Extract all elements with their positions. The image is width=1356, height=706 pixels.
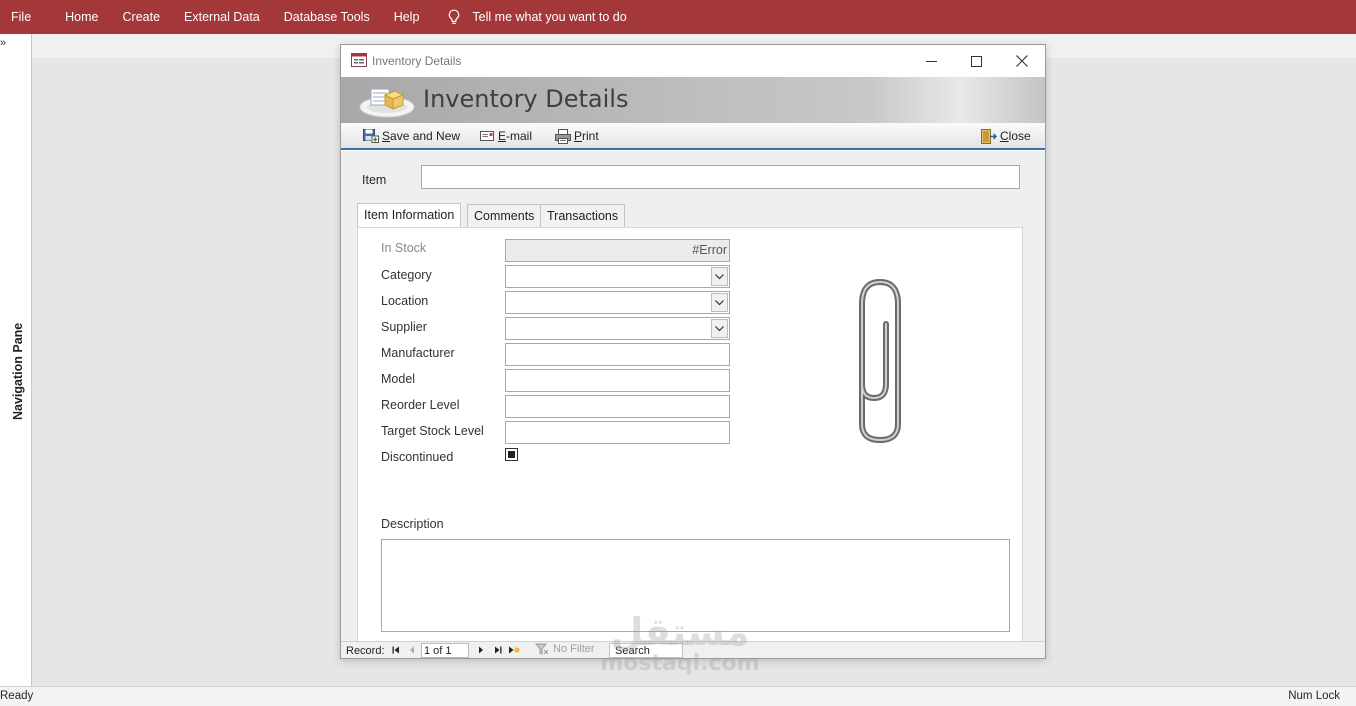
ribbon-tab-create[interactable]: Create (111, 0, 173, 34)
print-button[interactable]: Print (555, 127, 599, 145)
chevron-down-icon (715, 273, 724, 279)
item-information-panel: In Stock #Error Category Location Suppli… (357, 227, 1023, 641)
next-record-button[interactable] (475, 644, 487, 656)
inventory-details-window: Inventory Details Inventory Details Save… (340, 44, 1046, 659)
item-field[interactable] (421, 165, 1020, 189)
item-label: Item (362, 173, 387, 187)
ribbon-tab-help[interactable]: Help (382, 0, 432, 34)
tab-transactions[interactable]: Transactions (540, 204, 626, 227)
window-titlebar[interactable]: Inventory Details (341, 45, 1045, 77)
previous-record-icon (410, 646, 414, 654)
ribbon-tab-home[interactable]: Home (53, 0, 110, 34)
filter-icon (535, 643, 549, 655)
maximize-icon (970, 55, 982, 67)
close-icon (1016, 55, 1028, 67)
new-record-button[interactable] (508, 644, 520, 656)
last-record-button[interactable] (492, 644, 504, 656)
discontinued-label: Discontinued (381, 450, 454, 464)
target-stock-level-field[interactable] (505, 421, 730, 444)
no-filter-label: No Filter (553, 643, 595, 655)
checkbox-mark (508, 451, 515, 458)
tell-me-text: Tell me what you want to do (472, 10, 627, 24)
manufacturer-label: Manufacturer (381, 346, 455, 360)
record-search-input[interactable]: Search (609, 643, 683, 658)
supplier-dropdown-button[interactable] (711, 319, 728, 338)
chevron-down-icon (715, 325, 724, 331)
category-dropdown-button[interactable] (711, 267, 728, 286)
printer-icon (555, 128, 571, 144)
close-window-button[interactable] (999, 45, 1045, 77)
minimize-icon (925, 60, 937, 62)
description-field[interactable] (381, 539, 1010, 632)
navigation-pane[interactable]: » Navigation Pane (0, 34, 32, 686)
tab-comments[interactable]: Comments (467, 204, 542, 227)
close-form-button[interactable]: Close (981, 127, 1031, 145)
ribbon-tab-database-tools[interactable]: Database Tools (272, 0, 382, 34)
form-toolbar: Save and New E-mail Print Close (341, 123, 1045, 150)
save-icon (363, 129, 379, 143)
category-label: Category (381, 268, 432, 282)
save-and-new-button[interactable]: Save and New (363, 127, 460, 145)
record-label: Record: (346, 645, 385, 657)
email-icon (480, 131, 494, 141)
nav-pane-expand-icon[interactable]: » (0, 37, 6, 49)
category-combobox[interactable] (505, 265, 730, 288)
ribbon-bar: File Home Create External Data Database … (0, 0, 1356, 34)
location-combobox[interactable] (505, 291, 730, 314)
print-label: Print (574, 129, 599, 143)
filter-toggle[interactable]: No Filter (535, 643, 595, 655)
current-record-field[interactable]: 1 of 1 (421, 643, 469, 658)
record-navigation-bar: Record: 1 of 1 No Filter Search (341, 641, 1045, 658)
first-record-icon (392, 646, 399, 654)
tab-item-information[interactable]: Item Information (357, 203, 462, 228)
previous-record-button[interactable] (406, 644, 418, 656)
email-label: E-mail (498, 129, 533, 143)
manufacturer-field[interactable] (505, 343, 730, 366)
location-dropdown-button[interactable] (711, 293, 728, 312)
model-label: Model (381, 372, 416, 386)
ribbon-tab-file[interactable]: File (0, 0, 53, 34)
target-stock-level-label: Target Stock Level (381, 424, 484, 438)
description-label: Description (381, 517, 444, 531)
discontinued-checkbox[interactable] (505, 448, 518, 461)
maximize-button[interactable] (953, 45, 999, 77)
ribbon-tab-external-data[interactable]: External Data (172, 0, 272, 34)
navigation-pane-label[interactable]: Navigation Pane (11, 323, 25, 420)
paperclip-icon[interactable] (852, 274, 912, 444)
reorder-level-field[interactable] (505, 395, 730, 418)
inventory-logo-icon (359, 88, 415, 118)
form-body: Item Item Information Comments Transacti… (341, 151, 1045, 641)
tell-me-box[interactable]: Tell me what you want to do (447, 9, 627, 25)
status-ready-text: Ready (0, 690, 34, 702)
last-record-icon (495, 646, 502, 654)
supplier-combobox[interactable] (505, 317, 730, 340)
supplier-label: Supplier (381, 320, 427, 334)
in-stock-field: #Error (505, 239, 730, 262)
close-label: Close (1000, 129, 1031, 143)
new-record-icon (509, 646, 520, 654)
exit-door-icon (981, 128, 997, 144)
next-record-icon (479, 646, 483, 654)
chevron-down-icon (715, 299, 724, 305)
form-header: Inventory Details (341, 77, 1045, 123)
form-icon (351, 53, 367, 67)
in-stock-label: In Stock (381, 241, 427, 255)
minimize-button[interactable] (908, 45, 954, 77)
first-record-button[interactable] (390, 644, 402, 656)
reorder-level-label: Reorder Level (381, 398, 460, 412)
save-and-new-label: Save and New (382, 129, 461, 143)
status-bar: Ready Num Lock (0, 686, 1356, 706)
location-label: Location (381, 294, 429, 308)
num-lock-indicator: Num Lock (1288, 690, 1340, 702)
model-field[interactable] (505, 369, 730, 392)
form-title: Inventory Details (423, 85, 629, 113)
email-button[interactable]: E-mail (480, 127, 532, 145)
window-title: Inventory Details (372, 54, 462, 68)
lightbulb-icon (449, 9, 460, 24)
